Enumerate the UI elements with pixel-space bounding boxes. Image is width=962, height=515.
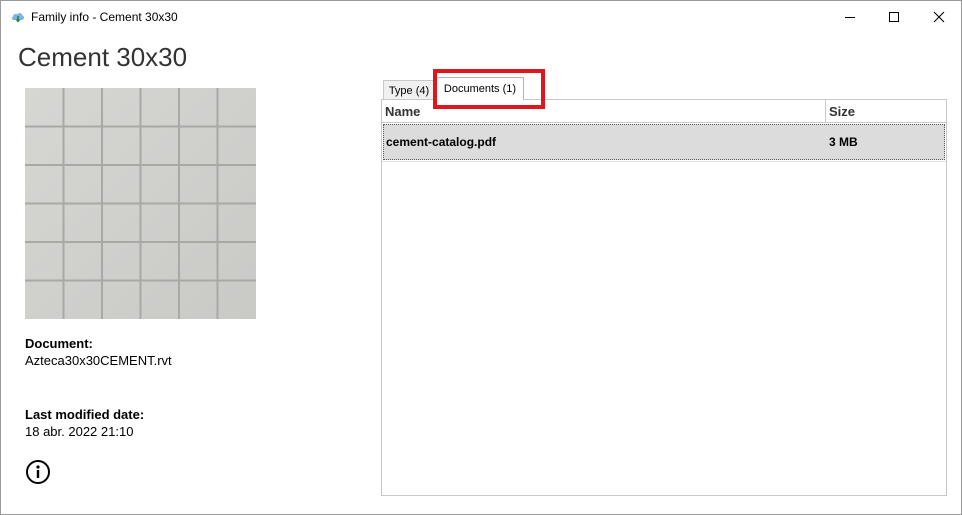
cloud-download-icon — [11, 13, 25, 23]
close-button[interactable] — [916, 1, 961, 32]
documents-grid: Name Size cement-catalog.pdf 3 MB — [381, 99, 947, 496]
document-label: Document: — [25, 336, 93, 351]
grid-header: Name Size — [382, 100, 946, 123]
table-row[interactable]: cement-catalog.pdf 3 MB — [383, 124, 945, 160]
minimize-icon — [845, 16, 855, 18]
last-modified-value: 18 abr. 2022 21:10 — [25, 424, 134, 439]
row-name-cell[interactable]: cement-catalog.pdf — [386, 125, 496, 159]
minimize-button[interactable] — [827, 1, 873, 32]
info-circle-icon[interactable] — [25, 459, 51, 485]
family-title: Cement 30x30 — [18, 42, 188, 72]
maximize-button[interactable] — [871, 1, 917, 32]
title-bar: Family info - Cement 30x30 — [1, 1, 961, 32]
column-header-name[interactable]: Name — [382, 100, 826, 122]
close-icon — [933, 11, 945, 22]
family-preview-image — [25, 88, 256, 319]
row-size-cell[interactable]: 3 MB — [829, 125, 858, 159]
maximize-icon — [889, 11, 899, 22]
tab-documents[interactable]: Documents (1) — [436, 77, 524, 100]
last-modified-label: Last modified date: — [25, 407, 145, 422]
family-info-window: Family info - Cement 30x30 Cement 30x30 — [0, 0, 962, 515]
column-header-size[interactable]: Size — [826, 100, 946, 122]
window-title: Family info - Cement 30x30 — [31, 10, 178, 24]
document-value: Azteca30x30CEMENT.rvt — [25, 353, 172, 368]
row-separator — [382, 161, 946, 162]
tab-type[interactable]: Type (4) — [383, 80, 435, 100]
